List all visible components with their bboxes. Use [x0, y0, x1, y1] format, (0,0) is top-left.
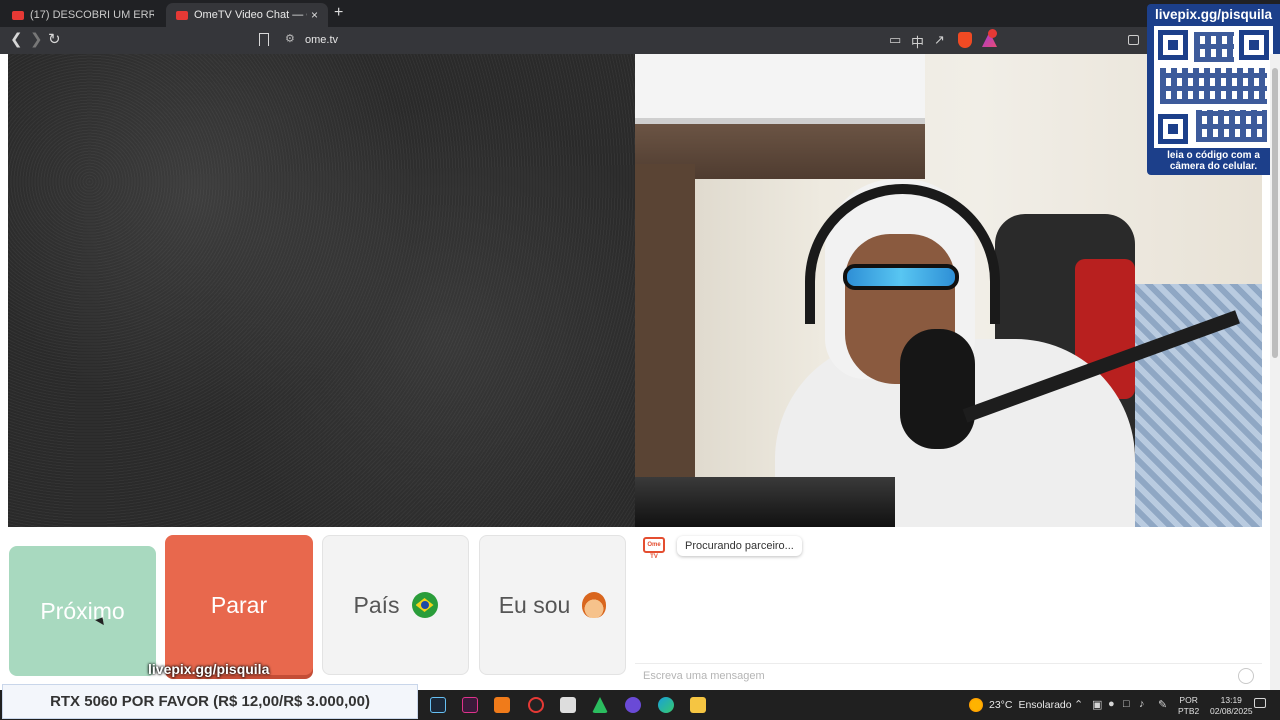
clock-time: 13:19: [1220, 695, 1242, 705]
edge-icon[interactable]: [658, 697, 674, 713]
qr-modules: [1196, 110, 1267, 142]
volume-icon[interactable]: ♪: [1139, 698, 1145, 710]
microphone: [900, 329, 975, 449]
vegas-icon[interactable]: [462, 697, 478, 713]
tab-strip: (17) DESCOBRI UM ERRO no GTA RP OmeTV Vi…: [0, 0, 1280, 27]
steam-icon[interactable]: [430, 697, 446, 713]
sun-icon: [969, 698, 983, 712]
browser-toolbar: ❮ ❯ ↻ ⚙ ome.tv ▭ 中 ↗: [0, 27, 1280, 54]
stop-label: Parar: [210, 591, 268, 618]
microphone-icon[interactable]: ●: [1108, 698, 1115, 710]
bunk-bed: [635, 54, 925, 124]
input-language[interactable]: POR PTB2: [1178, 695, 1199, 717]
chevron-up-icon[interactable]: ⌃: [1074, 698, 1083, 711]
forward-arrow-icon[interactable]: ❯: [30, 31, 43, 49]
emoji-smiley-icon[interactable]: [1238, 668, 1254, 684]
boy-emoji-icon: [582, 592, 607, 618]
bed-post: [635, 164, 695, 527]
scrollbar-thumb[interactable]: [1272, 68, 1278, 358]
status-message: Procurando parceiro...: [677, 536, 802, 556]
weather-desc: Ensolarado: [1018, 699, 1072, 711]
tab-title: (17) DESCOBRI UM ERRO no GTA RP: [30, 9, 154, 21]
ometv-logo-icon: Ome TV: [643, 537, 665, 560]
page-scrollbar[interactable]: [1270, 54, 1280, 690]
system-clock[interactable]: 13:19 02/08/2025: [1210, 695, 1253, 717]
translate-icon[interactable]: 中: [911, 32, 924, 51]
lang-line1: POR: [1179, 695, 1198, 705]
youtube-icon: [12, 10, 24, 20]
back-arrow-icon[interactable]: ❮: [10, 31, 23, 49]
donation-goal-bar: RTX 5060 POR FAVOR (R$ 12,00/R$ 3.000,00…: [2, 684, 418, 719]
qr-modules: [1194, 32, 1234, 62]
country-button[interactable]: País: [322, 535, 469, 675]
close-tab-icon[interactable]: ×: [311, 8, 318, 22]
qr-caption: leia o código com a câmera do celular.: [1147, 150, 1280, 172]
next-button[interactable]: Próximo: [9, 546, 156, 676]
donation-goal-text: RTX 5060 POR FAVOR (R$ 12,00/R$ 3.000,00…: [50, 693, 370, 710]
youtube-icon: [176, 10, 188, 20]
notification-badge: [988, 29, 997, 38]
gender-button[interactable]: Eu sou: [479, 535, 626, 675]
lang-line2: PTB2: [1178, 706, 1200, 716]
next-label: Próximo: [40, 597, 125, 624]
new-tab-button[interactable]: +: [334, 4, 343, 22]
tab-title: OmeTV Video Chat — Omegle: [194, 9, 307, 21]
stop-button[interactable]: Parar: [165, 535, 313, 675]
streamer: [775, 179, 1240, 527]
pen-icon[interactable]: ✎: [1158, 698, 1167, 711]
app-icon-green[interactable]: [592, 697, 608, 713]
qr-caption-line1: leia o código com a: [1167, 150, 1260, 161]
obs-icon[interactable]: [528, 697, 544, 713]
qr-finder: [1158, 30, 1188, 60]
cast-icon[interactable]: ▭: [889, 32, 901, 48]
reload-icon[interactable]: ↻: [48, 31, 61, 49]
headset: [805, 184, 1000, 324]
desk: [635, 477, 895, 527]
chat-input-placeholder: Escreva uma mensagem: [643, 670, 765, 682]
qr-caption-line2: câmera do celular.: [1169, 161, 1258, 172]
qr-donation-panel: livepix.gg/pisquila leia o código com a …: [1147, 4, 1280, 175]
chat-input-bar[interactable]: Escreva uma mensagem: [635, 663, 1262, 690]
sidebar-toggle-icon[interactable]: [1128, 35, 1139, 45]
clock-date: 02/08/2025: [1210, 706, 1253, 716]
file-explorer-icon[interactable]: [690, 697, 706, 713]
app-icon-grey[interactable]: [560, 697, 576, 713]
notification-center-icon[interactable]: [1254, 698, 1266, 708]
gender-label: Eu sou: [498, 591, 571, 618]
weather-temp: 23°C: [989, 699, 1013, 711]
chat-panel: Ome TV Procurando parceiro... Escreva um…: [635, 527, 1262, 690]
windows-taskbar: 23°C Ensolarado ⌃ ▣ ● □ ♪ ✎ POR PTB2 13:…: [418, 690, 1280, 720]
weather-widget[interactable]: 23°C Ensolarado: [969, 698, 1072, 712]
network-icon[interactable]: □: [1123, 698, 1130, 710]
qr-finder: [1239, 30, 1269, 60]
stream-handle-overlay: livepix.gg/pisquila: [148, 661, 270, 677]
brazil-flag-icon: [411, 592, 438, 618]
partner-video-static: [8, 54, 635, 527]
tab-youtube[interactable]: (17) DESCOBRI UM ERRO no GTA RP: [2, 3, 164, 27]
qr-code: [1154, 26, 1273, 148]
qr-modules: [1160, 68, 1267, 104]
brave-shields-icon[interactable]: [958, 32, 972, 48]
share-icon[interactable]: ↗: [934, 32, 945, 48]
address-bar[interactable]: ome.tv: [305, 34, 338, 46]
brave-taskbar-icon[interactable]: [625, 697, 641, 713]
camera-icon[interactable]: ▣: [1092, 698, 1102, 711]
qr-title: livepix.gg/pisquila: [1154, 7, 1273, 22]
app-icon-orange[interactable]: [494, 697, 510, 713]
site-info-icon[interactable]: ⚙: [285, 32, 295, 45]
country-label: País: [353, 591, 400, 618]
tab-ometv[interactable]: OmeTV Video Chat — Omegle ×: [166, 3, 328, 27]
bookmark-icon[interactable]: [259, 33, 269, 46]
qr-finder: [1158, 114, 1188, 144]
